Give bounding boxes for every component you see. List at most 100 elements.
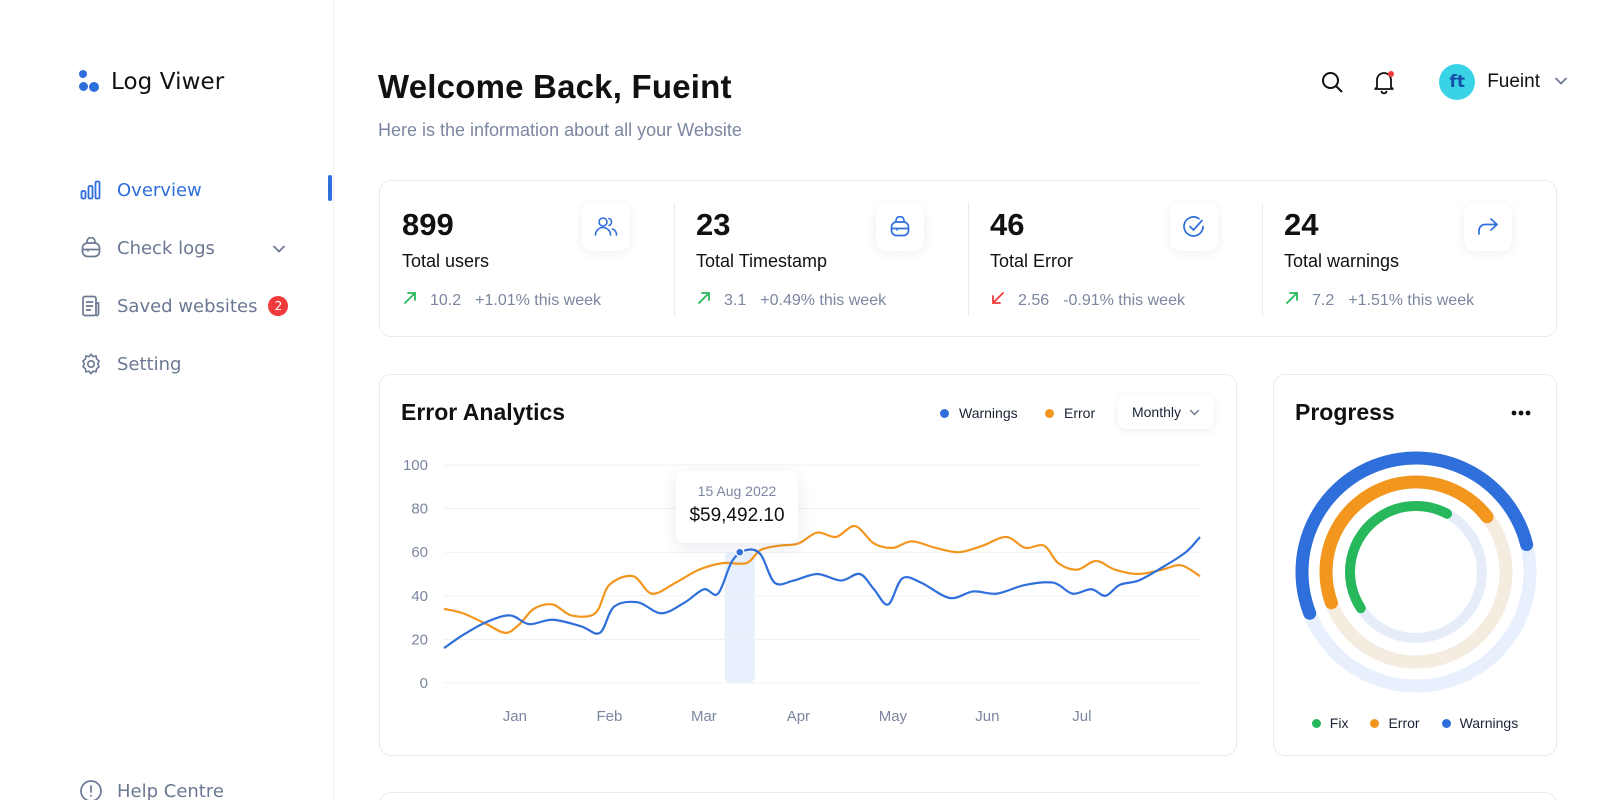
stat-total-timestamp: 23 Total Timestamp 3.1 +0.49% this week bbox=[674, 181, 968, 336]
app-title: Log Viwer bbox=[111, 69, 225, 95]
chevron-down-icon bbox=[1189, 409, 1200, 415]
hover-column bbox=[724, 552, 755, 683]
x-tick-label: Jan bbox=[503, 708, 527, 725]
progress-legend: Fix Error Warnings bbox=[1274, 715, 1556, 731]
active-indicator bbox=[328, 175, 332, 201]
trend-value: 3.1 bbox=[724, 291, 747, 309]
stat-total-warnings: 24 Total warnings 7.2 +1.51% this week bbox=[1262, 181, 1556, 336]
stat-total-users: 899 Total users 10.2 +1.01% this week bbox=[380, 181, 674, 336]
trend-text: +1.01% this week bbox=[475, 291, 601, 309]
card-title: Progress bbox=[1295, 399, 1395, 425]
sidebar-item-setting[interactable]: Setting bbox=[79, 350, 314, 378]
trend-text: +1.51% this week bbox=[1348, 291, 1475, 309]
bag-icon bbox=[876, 203, 924, 251]
share-icon bbox=[1464, 203, 1512, 251]
page-subtitle: Here is the information about all your W… bbox=[378, 120, 742, 140]
y-tick-label: 100 bbox=[403, 457, 428, 474]
document-icon bbox=[79, 294, 103, 318]
stat-label: Total Timestamp bbox=[696, 251, 828, 271]
user-name[interactable]: Fueint bbox=[1487, 71, 1540, 93]
legend-item-error: Error bbox=[1370, 715, 1420, 731]
sidebar-item-overview[interactable]: Overview bbox=[79, 176, 314, 204]
page-title: Welcome Back, Fueint bbox=[378, 68, 732, 105]
notification-badge: 2 bbox=[268, 296, 289, 316]
trend-value: 10.2 bbox=[430, 291, 462, 309]
legend-item-fix: Fix bbox=[1311, 715, 1348, 731]
trend-value: 2.56 bbox=[1018, 291, 1050, 309]
stat-label: Total warnings bbox=[1284, 251, 1400, 271]
help-centre-link[interactable]: Help Centre bbox=[79, 779, 224, 800]
trend-text: +0.49% this week bbox=[760, 291, 887, 309]
card-title: Error Analytics bbox=[401, 399, 566, 425]
chart-tooltip: 15 Aug 2022 $59,492.10 bbox=[676, 471, 798, 543]
stat-trend: 7.2 +1.51% this week bbox=[1284, 290, 1534, 311]
stat-trend: 10.2 +1.01% this week bbox=[402, 290, 652, 311]
hover-point bbox=[735, 547, 745, 557]
progress-card: Progress Fix Error Warnings bbox=[1273, 374, 1557, 756]
sidebar-item-check-logs[interactable]: Check logs bbox=[79, 234, 314, 262]
series-line-warnings bbox=[443, 536, 1201, 650]
legend-dot bbox=[940, 408, 949, 418]
series-line-error bbox=[443, 524, 1201, 634]
chevron-down-icon[interactable] bbox=[1554, 73, 1568, 92]
stat-trend: 2.56 -0.91% this week bbox=[990, 290, 1240, 311]
legend-item-warnings: Warnings bbox=[1441, 715, 1518, 731]
app-logo[interactable]: Log Viwer bbox=[79, 69, 224, 95]
more-options-icon[interactable] bbox=[1508, 403, 1534, 423]
search-icon[interactable] bbox=[1317, 67, 1347, 97]
legend-item-error: Error bbox=[1045, 405, 1095, 421]
sidebar-item-label: Saved websites bbox=[117, 295, 258, 317]
progress-rings bbox=[1295, 451, 1537, 693]
x-tick-label: Jun bbox=[975, 708, 999, 725]
legend-item-warnings: Warnings bbox=[940, 405, 1018, 421]
sidebar-item-saved-websites[interactable]: Saved websites 2 bbox=[79, 292, 314, 320]
help-centre-label: Help Centre bbox=[117, 780, 224, 800]
stats-card: 899 Total users 10.2 +1.01% this week 23… bbox=[379, 180, 1557, 337]
sidebar-item-label: Check logs bbox=[117, 237, 215, 259]
y-tick-label: 40 bbox=[411, 588, 428, 605]
period-dropdown[interactable]: Monthly bbox=[1117, 395, 1214, 429]
y-tick-label: 20 bbox=[411, 631, 428, 648]
avatar[interactable]: ft bbox=[1439, 64, 1476, 100]
gear-icon bbox=[79, 352, 103, 376]
trend-text: -0.91% this week bbox=[1063, 291, 1185, 309]
trend-value: 7.2 bbox=[1312, 291, 1335, 309]
stat-label: Total Error bbox=[990, 251, 1074, 271]
tooltip-value: $59,492.10 bbox=[689, 505, 785, 526]
legend-label: Warnings bbox=[959, 405, 1018, 421]
chevron-down-icon[interactable] bbox=[272, 240, 286, 261]
x-tick-label: Apr bbox=[787, 708, 810, 725]
bell-icon[interactable] bbox=[1369, 67, 1399, 97]
header-actions: ft Fueint bbox=[1317, 64, 1568, 100]
arrow-up-right-icon bbox=[402, 290, 418, 311]
y-tick-label: 60 bbox=[411, 544, 428, 561]
y-tick-label: 0 bbox=[420, 675, 428, 692]
ring-arc-warnings bbox=[1295, 451, 1537, 693]
error-analytics-card: 0 20 40 60 80 100 Jan Feb Mar Apr May Jun Jul Error … bbox=[379, 374, 1237, 756]
arrow-up-right-icon bbox=[696, 290, 712, 311]
users-icon bbox=[582, 203, 630, 251]
bar-chart-icon bbox=[79, 178, 103, 202]
stat-trend: 3.1 +0.49% this week bbox=[696, 290, 946, 311]
sidebar-item-label: Setting bbox=[117, 353, 182, 375]
bag-icon bbox=[79, 236, 103, 260]
sidebar-item-label: Overview bbox=[117, 179, 202, 201]
info-icon bbox=[79, 779, 103, 800]
legend-dot bbox=[1045, 408, 1054, 418]
error-analytics-chart: 0 20 40 60 80 100 Jan Feb Mar Apr May Jun Jul bbox=[403, 457, 1201, 725]
bottom-card bbox=[379, 792, 1557, 800]
arrow-down-left-icon bbox=[990, 290, 1006, 311]
arrow-up-right-icon bbox=[1284, 290, 1300, 311]
sidebar-nav: Overview Check logs Saved websites 2 Set… bbox=[79, 176, 314, 408]
tooltip-date: 15 Aug 2022 bbox=[697, 483, 777, 499]
x-tick-label: Mar bbox=[691, 708, 717, 725]
check-circle-icon bbox=[1170, 203, 1218, 251]
x-tick-label: Feb bbox=[596, 708, 622, 725]
x-tick-label: May bbox=[879, 708, 908, 725]
sidebar: Log Viwer Overview Check logs Saved webs… bbox=[0, 0, 334, 800]
legend-label: Error bbox=[1064, 405, 1096, 421]
stat-total-error: 46 Total Error 2.56 -0.91% this week bbox=[968, 181, 1262, 336]
period-label: Monthly bbox=[1131, 404, 1181, 420]
stat-label: Total users bbox=[402, 251, 490, 271]
logo-icon bbox=[79, 70, 101, 94]
